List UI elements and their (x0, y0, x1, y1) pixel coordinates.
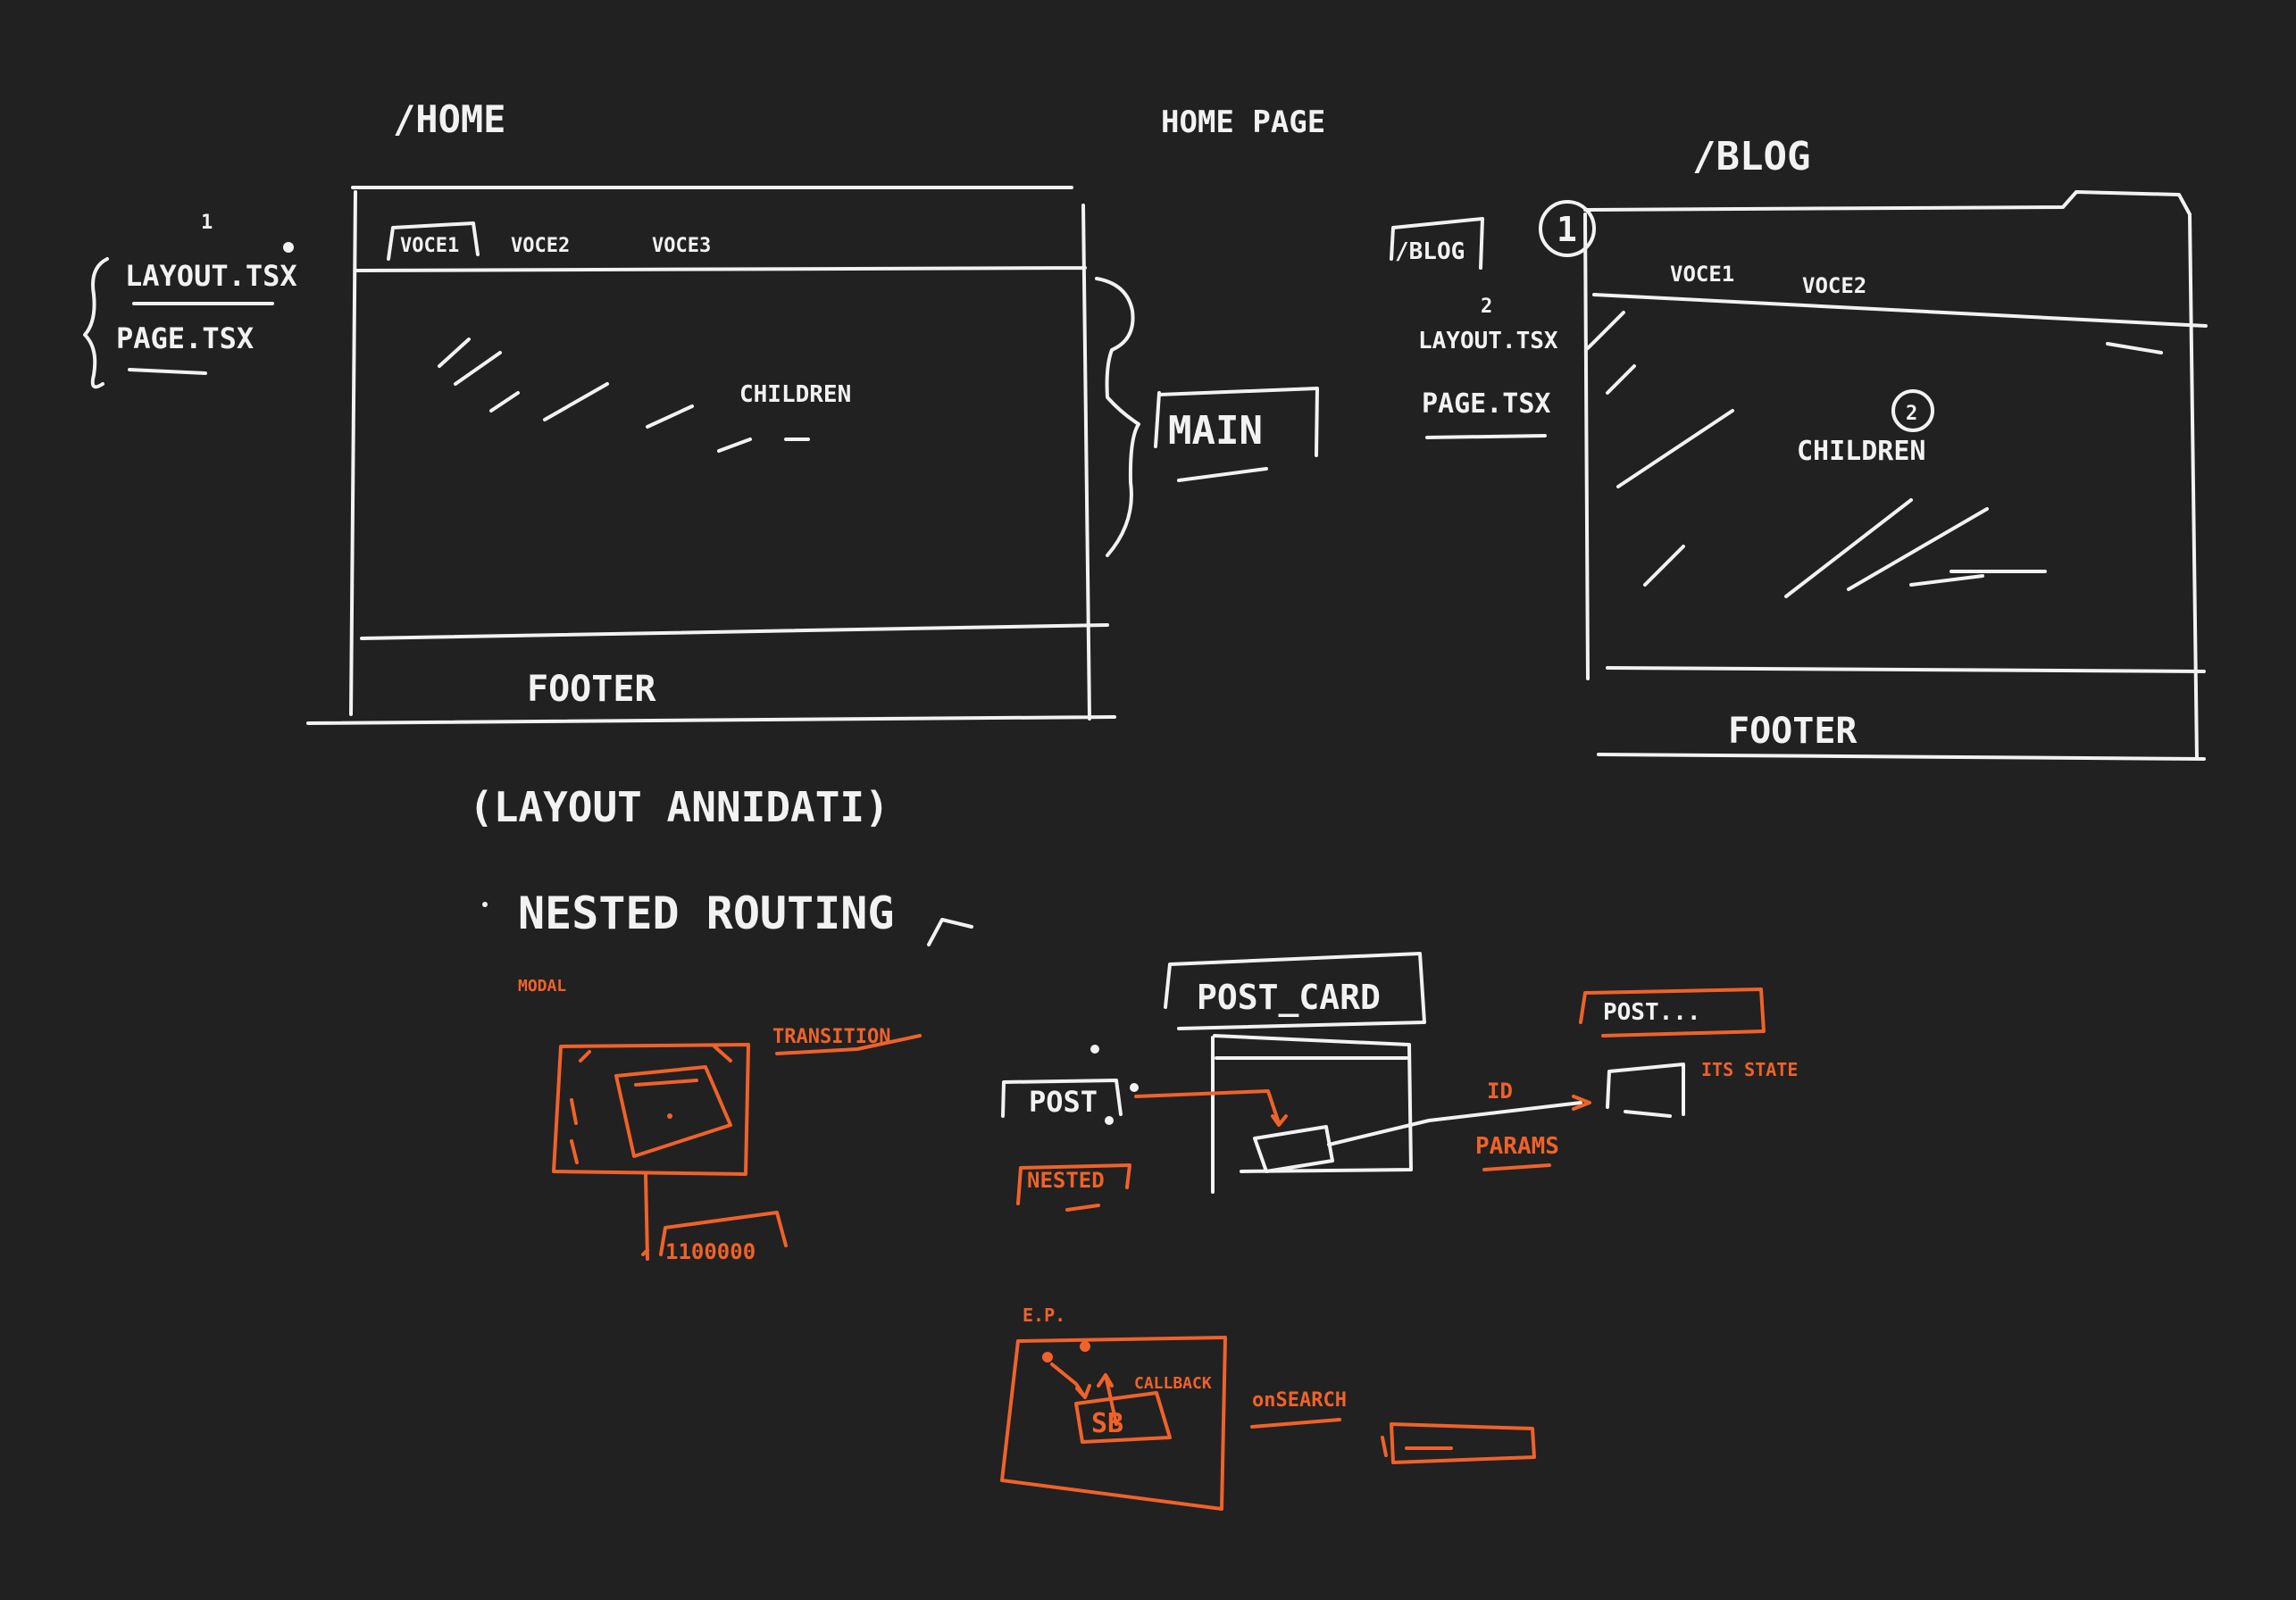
home-layout-file: LAYOUT.TSX (125, 259, 297, 293)
post-card-title: POST_CARD (1197, 978, 1381, 1017)
search-field-box (1381, 1422, 1536, 1464)
blog-files-underline (1425, 434, 1547, 439)
blog-nav-item-1: VOCE1 (1670, 262, 1734, 287)
whiteboard-canvas: /HOME 1 LAYOUT.TSX PAGE.TSX VOCE1 VOCE2 … (83, 97, 2208, 1511)
counter-value: 1100000 (665, 1239, 756, 1264)
home-page-file: PAGE.TSX (116, 321, 254, 355)
nested-underline (1065, 1204, 1100, 1212)
on-search-underline (1250, 1418, 1341, 1429)
home-nav-item-3: VOCE3 (652, 235, 711, 257)
main-brace (1095, 277, 1140, 557)
post-source-label: POST (1029, 1085, 1098, 1119)
home-nav-item-2: VOCE2 (511, 235, 570, 257)
post-card-frame (1211, 1034, 1413, 1194)
blog-step-one: 1 (1557, 210, 1577, 249)
blog-children-num: 2 (1906, 403, 1917, 425)
callback-label: CALLBACK (1134, 1374, 1212, 1393)
home-children-label: CHILDREN (739, 381, 851, 408)
notes: (LAYOUT ANNIDATI) NESTED ROUTING (469, 783, 973, 946)
home-page-underline (128, 368, 207, 375)
blog-footer-label: FOOTER (1728, 711, 1858, 752)
home-nav-item-1: VOCE1 (400, 235, 459, 257)
home-file-number: 1 (201, 212, 213, 234)
home-route-label: /HOME (393, 97, 505, 141)
post-card-diagram: POST_CARD POST ID PARAMS NESTED POST... … (1001, 952, 1798, 1212)
search-dot-2 (1080, 1341, 1090, 1352)
modal-sketch: MODAL TRANSITION 1100000 (518, 977, 922, 1264)
main-underline (1177, 467, 1268, 482)
search-sketch: E.P. SB CALLBACK onSEARCH (1000, 1304, 1536, 1511)
note-bullet (482, 902, 488, 907)
home-file-dot (283, 242, 294, 253)
modal-label: MODAL (518, 977, 566, 996)
note-routing-flourish (927, 918, 973, 946)
blog-children-label: CHILDREN (1797, 436, 1926, 467)
nested-label: NESTED (1027, 1168, 1105, 1193)
home-section: /HOME 1 LAYOUT.TSX PAGE.TSX VOCE1 VOCE2 … (83, 97, 1319, 725)
blog-folder-label: /BLOG (1395, 238, 1465, 265)
home-files-brace (83, 257, 109, 389)
home-footer-divider (360, 623, 1109, 640)
modal-frame (552, 1043, 750, 1176)
blog-route-label: /BLOG (1692, 134, 1810, 179)
sb-label: SB (1091, 1408, 1123, 1439)
state-box (1606, 1062, 1685, 1118)
modal-dialog (614, 1065, 732, 1158)
params-underline (1482, 1163, 1551, 1171)
blog-num-two: 2 (1481, 296, 1492, 318)
home-footer-label: FOOTER (527, 669, 656, 710)
post-dot-bottom (1105, 1116, 1114, 1125)
post-dot-top (1090, 1045, 1099, 1054)
post-inner-box (1253, 1125, 1334, 1173)
home-page-label: HOME PAGE (1161, 104, 1325, 140)
blog-layout-file: LAYOUT.TSX (1418, 328, 1558, 354)
home-layout-frame (306, 186, 1116, 725)
note-nested-layouts: (LAYOUT ANNIDATI) (469, 783, 889, 831)
its-state-label: ITS STATE (1701, 1059, 1798, 1080)
on-search-label: onSEARCH (1252, 1389, 1347, 1412)
blog-nav-item-2: VOCE2 (1802, 273, 1866, 298)
blog-section: /BLOG /BLOG 2 LAYOUT.TSX PAGE.TSX 1 VOCE… (1390, 134, 2208, 761)
main-label: MAIN (1168, 408, 1263, 454)
ep-label: E.P. (1023, 1304, 1065, 1326)
id-label: ID (1487, 1079, 1513, 1104)
search-dot-1 (1042, 1352, 1053, 1362)
post-dot-right (1130, 1083, 1139, 1092)
params-label: PARAMS (1475, 1133, 1559, 1160)
note-nested-routing: NESTED ROUTING (518, 888, 894, 939)
modal-dot (667, 1113, 672, 1119)
search-arrow (1050, 1362, 1091, 1399)
blog-footer-divider (1606, 666, 2206, 673)
blog-page-file: PAGE.TSX (1422, 388, 1551, 420)
post-right-label: POST... (1603, 999, 1701, 1026)
blog-nav-mark (2106, 342, 2163, 354)
modal-connector (641, 1172, 649, 1261)
